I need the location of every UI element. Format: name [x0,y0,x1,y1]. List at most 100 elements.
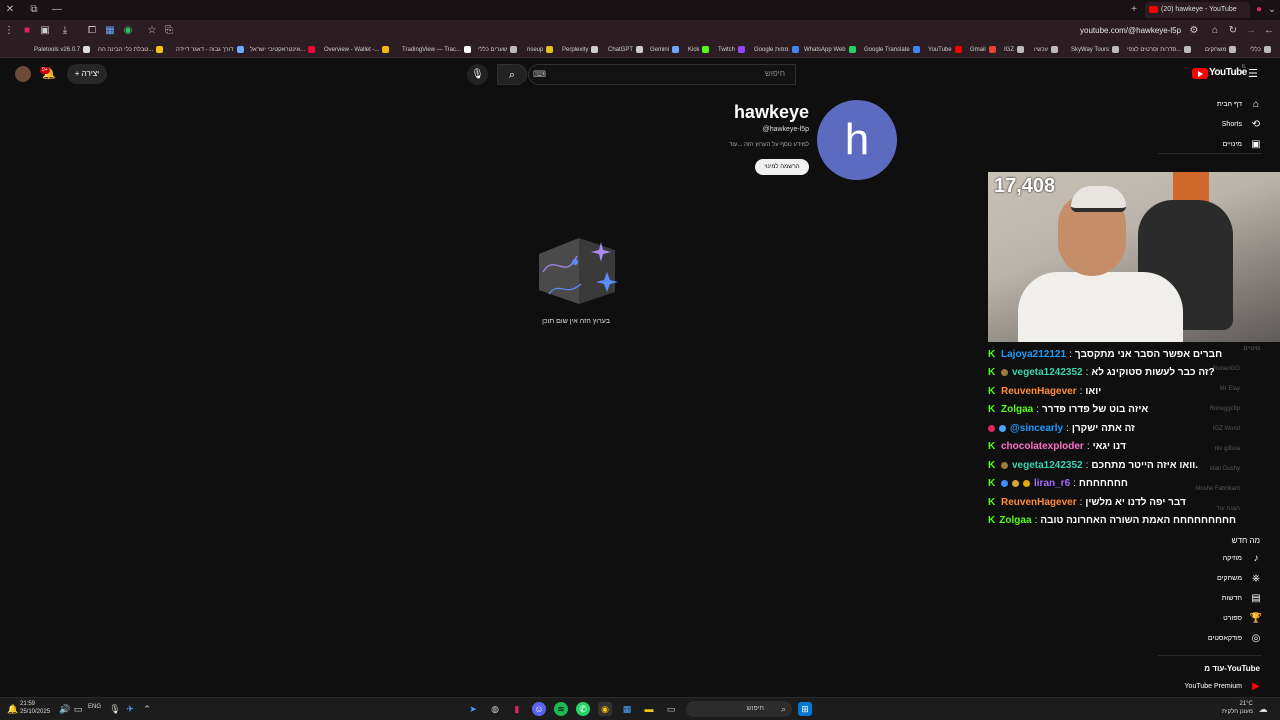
reload-icon[interactable]: ↻ [1226,24,1240,38]
notifications-badge: 9+ [40,67,50,74]
bookmark-item[interactable]: TradingView — Trac... [402,44,472,56]
bookmark-item[interactable]: משחקים [1205,44,1237,56]
app-spotify-icon[interactable]: ≋ [554,702,568,716]
bookmark-item[interactable]: Gemini [650,44,680,56]
app-red-icon[interactable]: ▮ [510,702,524,716]
tab-youtube[interactable]: (20) hawkeye - YouTube [1145,2,1250,18]
sidebar-divider [1158,655,1262,656]
search-input[interactable]: ⌨ חיפוש [528,64,796,85]
tab-search-icon[interactable]: ● [1252,3,1266,17]
address-bar[interactable]: youtube.com/@hawkeye-l5p [1080,23,1185,39]
cast-icon[interactable]: ⎘ [162,24,176,38]
bookmark-item[interactable]: Google Translate [864,44,920,56]
tray-app-icon[interactable]: ✈ [123,702,137,716]
account-avatar[interactable] [15,66,31,82]
channel-description[interactable]: למידע נוסף על הערוץ הזה ...עוד [729,142,809,148]
tab-menu-icon[interactable]: ⌄ [1265,3,1279,17]
bookmark-item[interactable]: riseup [527,44,554,56]
keyboard-icon[interactable]: ⌨ [533,69,546,80]
app-whatsapp-icon[interactable]: ✆ [576,702,590,716]
extension-icon[interactable]: ▣ [38,24,52,38]
search-button[interactable]: ⌕ [497,64,527,85]
extension-red-icon[interactable]: ■ [20,24,34,38]
extension-green-icon[interactable]: ◉ [121,24,135,38]
youtube-logo[interactable]: YouTube IL [1192,64,1252,81]
app-window-icon[interactable]: ▭ [664,702,678,716]
channel-handle: @hawkeye-l5p [762,126,809,133]
chat-text: דנו יגאי [1092,441,1126,453]
weather-widget[interactable]: 21°C מעונן חלקית [1222,700,1253,716]
chat-text: חחחחחחחחח האמת השורה האחרונה טובה [1040,515,1236,527]
bookmark-item[interactable]: אינטראקטיבי ישראל... [250,44,316,56]
weather-desc: מעונן חלקית [1222,709,1253,715]
sidebar-item-news[interactable]: ▤ חדשות [1222,591,1262,605]
bookmark-item[interactable]: SkyWay Tours [1071,44,1120,56]
subscribe-button[interactable]: הרשמה למינוי [755,159,809,175]
close-window-icon[interactable]: ✕ [3,3,17,17]
bookmark-item[interactable]: Twitch [718,44,746,56]
bookmark-item[interactable]: Gmail [970,44,996,56]
bookmark-item[interactable]: טבלת כלי הבינה הח... [98,44,164,56]
viewer-count: 17,408 [994,175,1056,197]
input-language[interactable]: ENG [88,704,101,710]
bookmark-item[interactable]: דורך גבוה - דאגר דיידה [176,44,244,56]
show-hidden-icons[interactable]: ⌃ [140,702,154,716]
bookmark-item[interactable]: כללי [1250,44,1271,56]
bookmark-item[interactable]: עכשיו [1034,44,1059,56]
create-button[interactable]: + יצירה [67,64,107,84]
sidebar-item-shorts[interactable]: ⟲ Shorts [1222,117,1262,131]
sidebar-item-youtube-premium[interactable]: ▶ YouTube Premium [1185,679,1262,693]
bookmark-item[interactable]: שערים כללי [478,44,518,56]
bookmark-item[interactable]: IGZ [1004,44,1024,56]
bookmark-star-icon[interactable]: ☆ [145,24,159,38]
bookmark-item[interactable]: Perplexity [562,44,599,56]
bookmark-item[interactable]: סדרות וסרטים לצפי... [1127,44,1192,56]
bookmark-item[interactable]: Kick [688,44,710,56]
stream-chat-overlay: K Lajoya212121: חברים אפשר הסבר אני מתקס… [988,345,1236,530]
app-telegram-icon[interactable]: ➤ [466,702,480,716]
extensions-icon[interactable]: ⧠ [85,24,99,38]
chat-badge-icon [1001,369,1008,377]
search-icon: ⌕ [508,69,516,81]
download-icon[interactable]: ⤓ [58,24,72,38]
bookmark-item[interactable]: Google מפות [754,44,799,56]
menu-icon[interactable]: ☰ [1248,68,1260,80]
bookmark-item[interactable]: YouTube [928,44,962,56]
home-browser-icon[interactable]: ⌂ [1208,24,1222,38]
sidebar-item-podcasts[interactable]: ◎ פודקאסטים [1208,631,1262,645]
extensions-menu-icon[interactable]: ⋮ [2,24,16,38]
sidebar-item-subscriptions[interactable]: ▣ מינויים [1223,137,1262,151]
sidebar-item-home[interactable]: ⌂ דף הבית [1217,97,1262,111]
network-icon[interactable]: ▭ [71,702,85,716]
voice-search-icon[interactable]: 🎙 [467,64,488,85]
start-windows-icon[interactable]: ⊞ [798,702,812,716]
volume-icon[interactable]: 🔊 [58,702,72,716]
shorts-icon: ⟲ [1251,118,1261,130]
bookmark-item[interactable]: Paletools v26.0.7 [34,44,91,56]
forward-icon[interactable]: → [1244,24,1258,38]
maximize-window-icon[interactable]: ⧉ [27,3,41,17]
sidebar-item-gaming[interactable]: ⎈ משחקים [1217,571,1262,585]
extension-blue-icon[interactable]: ▦ [103,24,117,38]
channel-avatar[interactable]: h [817,100,897,180]
chat-username: @sincearly [1010,422,1064,434]
bookmark-item[interactable]: ChatGPT [608,44,644,56]
sidebar-item-music[interactable]: ♪ מוזיקה [1223,551,1262,565]
bookmark-item[interactable]: Overview - Wallet -... [324,44,390,56]
site-settings-icon[interactable]: ⚙ [1187,24,1201,38]
system-clock[interactable]: 21:59 25/10/2025 [20,700,50,716]
sidebar-item-sports[interactable]: 🏆 ספורט [1223,611,1262,625]
microphone-icon[interactable]: 🎙 [108,702,122,716]
bookmark-item[interactable]: WhatsApp Web [804,44,856,56]
new-tab-icon[interactable]: + [1127,3,1141,17]
app-steam-icon[interactable]: ◍ [488,702,502,716]
windows-taskbar: 🔔 21:59 25/10/2025 🔊 ▭ ENG 🎙 ✈ ⌃ ➤ ◍ ▮ ☺… [0,697,1280,720]
back-icon[interactable]: ← [1262,24,1276,38]
app-discord-icon[interactable]: ☺ [532,702,546,716]
taskbar-search[interactable]: חיפוש ⌕ [686,701,792,717]
minimize-window-icon[interactable]: — [50,3,64,17]
app-folder-icon[interactable]: ▬ [642,702,656,716]
app-chrome-icon[interactable]: ◉ [598,702,612,716]
notifications-icon[interactable]: 🔔 [6,702,20,716]
app-explorer-icon[interactable]: ▦ [620,702,634,716]
